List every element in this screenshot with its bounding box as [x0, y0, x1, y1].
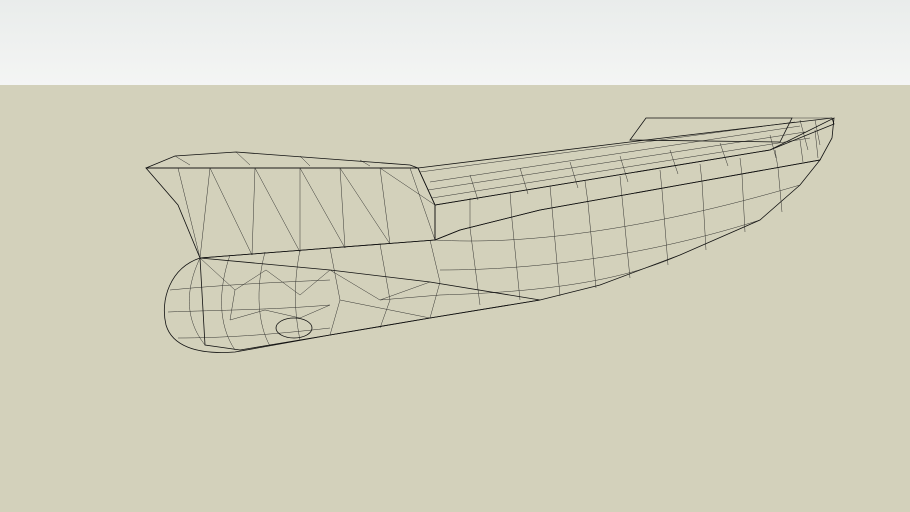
ship-model[interactable] [0, 0, 910, 512]
bulwark-mesh [469, 129, 819, 228]
deck-mesh [419, 121, 811, 201]
3d-viewport[interactable] [0, 0, 910, 512]
bow-thruster [275, 317, 313, 339]
hull-mesh [329, 167, 801, 336]
stern-deckhouse [629, 117, 793, 143]
bulbous-bow [163, 257, 541, 353]
stern-mesh [792, 117, 832, 151]
forecastle-deck [145, 151, 419, 169]
main-deck [417, 117, 835, 206]
bulwark-strip [434, 117, 835, 241]
forecastle-bulwark [145, 167, 436, 259]
bulb-mesh [167, 249, 331, 351]
hull-side [199, 159, 821, 351]
